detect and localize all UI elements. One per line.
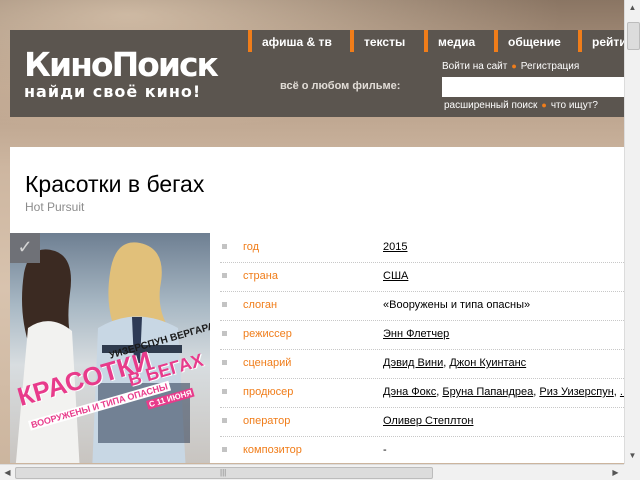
horizontal-scrollbar[interactable]: ◀ ||| ▶ [0, 464, 624, 480]
search-links: расширенный поиск ● что ищут? [444, 100, 598, 111]
nav-item-afisha[interactable]: афиша & тв [248, 30, 332, 52]
bullet-icon [222, 273, 227, 278]
movie-title: Красотки в бегах [25, 171, 205, 197]
year-link[interactable]: 2015 [383, 241, 407, 253]
bullet-icon [222, 360, 227, 365]
info-row-operator: оператор Оливер Степлтон [220, 407, 624, 437]
info-label: страна [243, 270, 278, 282]
producer-link[interactable]: Дэна Фокс [383, 386, 436, 398]
poster-art [15, 242, 190, 463]
info-label: композитор [243, 444, 302, 456]
bullet-icon [222, 418, 227, 423]
scroll-right-icon[interactable]: ▶ [608, 465, 623, 480]
writer-link[interactable]: Дэвид Вини [383, 357, 443, 369]
info-value: 2015 [383, 241, 407, 253]
logo-tagline: найди своё кино! [24, 82, 202, 101]
director-link[interactable]: Энн Флетчер [383, 328, 449, 340]
separator-dot: ● [541, 100, 547, 110]
grip-icon: ||| [220, 468, 227, 477]
info-row-year: год 2015 [220, 233, 624, 263]
info-value: США [383, 270, 408, 282]
producer-link[interactable]: Бруна Папандреа [442, 386, 533, 398]
nav-item-texts[interactable]: тексты [350, 30, 405, 52]
operator-link[interactable]: Оливер Степлтон [383, 415, 473, 427]
scrollbar-corner [624, 464, 640, 480]
bullet-icon [222, 302, 227, 307]
trending-link[interactable]: что ищут? [551, 100, 598, 111]
movie-poster[interactable]: УИЗЕРСПУН ВЕРГАРА КРАСОТКИ В БЕГАХ ВООРУ… [10, 233, 210, 463]
user-links: Войти на сайт ● Регистрация [442, 61, 579, 72]
bullet-icon [222, 389, 227, 394]
search-tagline: всё о любом фильме: [280, 80, 401, 92]
info-row-country: страна США [220, 262, 624, 292]
scroll-left-icon[interactable]: ◀ [0, 465, 15, 480]
vertical-scroll-thumb[interactable] [627, 22, 640, 50]
info-value: Оливер Степлтон [383, 415, 473, 427]
info-label: оператор [243, 415, 291, 427]
info-value: Дэна Фокс, Бруна Папандреа, Риз Уизерспу… [383, 386, 624, 398]
nav-item-media[interactable]: медиа [424, 30, 475, 52]
info-row-screenplay: сценарий Дэвид Вини, Джон Куинтанс [220, 349, 624, 379]
info-label: продюсер [243, 386, 294, 398]
movie-original-title: Hot Pursuit [25, 200, 85, 214]
bullet-icon [222, 244, 227, 249]
info-value: Дэвид Вини, Джон Куинтанс [383, 357, 527, 369]
info-label: режиссер [243, 328, 292, 340]
separator-dot: ● [511, 61, 517, 71]
producer-link[interactable]: Риз Уизерспун [539, 386, 613, 398]
info-row-director: режиссер Энн Флетчер [220, 320, 624, 350]
slogan-text: «Вооружены и типа опасны» [383, 299, 531, 311]
horizontal-scroll-thumb[interactable]: ||| [15, 467, 433, 479]
site-logo[interactable]: КиноПоиск найди своё кино! [24, 45, 219, 101]
info-row-slogan: слоган «Вооружены и типа опасны» [220, 291, 624, 321]
checkmark-icon[interactable]: ✓ [10, 233, 40, 263]
nav-item-community[interactable]: общение [494, 30, 561, 52]
scroll-down-icon[interactable]: ▼ [625, 448, 640, 464]
vertical-scrollbar[interactable]: ▲ ▼ [624, 0, 640, 464]
bullet-icon [222, 331, 227, 336]
writer-link[interactable]: Джон Куинтанс [449, 357, 526, 369]
info-label: год [243, 241, 260, 253]
info-label: слоган [243, 299, 278, 311]
scroll-up-icon[interactable]: ▲ [625, 0, 640, 16]
info-row-producer: продюсер Дэна Фокс, Бруна Папандреа, Риз… [220, 378, 624, 408]
bullet-icon [222, 447, 227, 452]
movie-card: Красотки в бегах Hot Pursuit УИЗЕРСПУН В… [10, 147, 624, 463]
info-row-composer: композитор - [220, 436, 624, 463]
info-value: Энн Флетчер [383, 328, 449, 340]
nav-item-ratings[interactable]: рейти [578, 30, 627, 52]
search-input[interactable] [442, 77, 624, 97]
logo-brand: КиноПоиск [24, 45, 219, 84]
country-link[interactable]: США [383, 270, 408, 282]
advanced-search-link[interactable]: расширенный поиск [444, 100, 537, 111]
info-label: сценарий [243, 357, 292, 369]
register-link[interactable]: Регистрация [521, 61, 579, 72]
site-header: КиноПоиск найди своё кино! афиша & тв те… [10, 30, 627, 117]
composer-value: - [383, 444, 387, 456]
login-link[interactable]: Войти на сайт [442, 61, 507, 72]
